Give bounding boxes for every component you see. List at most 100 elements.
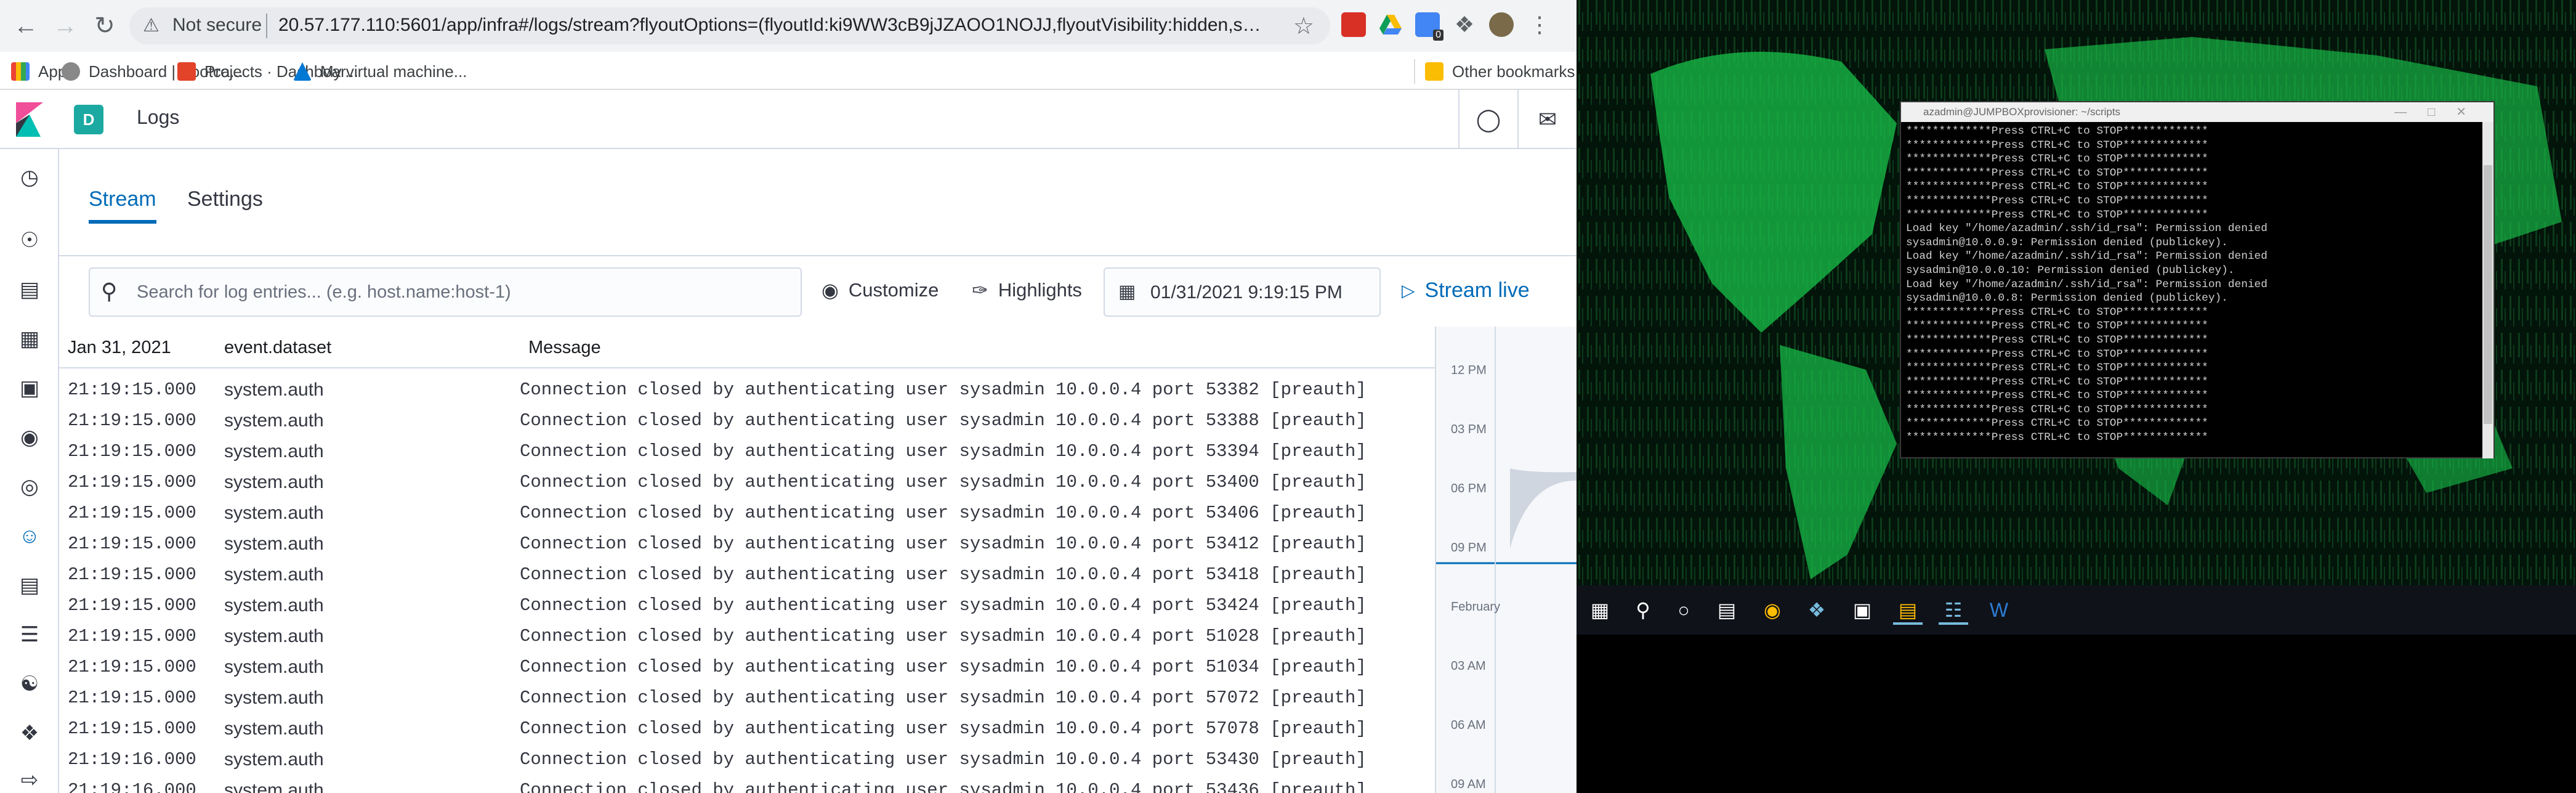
log-message: Connection closed by authenticating user…: [520, 688, 1367, 708]
browser-toolbar: ← → ↻ ⚠ Not secure 20.57.177.110:5601/ap…: [0, 0, 1577, 52]
window-controls[interactable]: —□✕: [2394, 102, 2487, 122]
chrome-icon[interactable]: ◉: [1758, 595, 1787, 625]
puzzle-icon[interactable]: ❖: [1452, 12, 1477, 37]
task-view-icon[interactable]: ▤: [1712, 595, 1742, 625]
scrollbar-thumb[interactable]: [2484, 165, 2492, 424]
log-message: Connection closed by authenticating user…: [520, 410, 1367, 431]
terminal-line: *************Press CTRL+C to STOP*******…: [1906, 362, 2208, 375]
bookmark-vm[interactable]: My virtual machine...: [293, 59, 467, 84]
minimap-label: 09 PM: [1451, 541, 1487, 555]
terminal-line: sysadmin@10.0.0.10: Permission denied (p…: [1906, 264, 2235, 277]
search-input[interactable]: [137, 270, 789, 314]
ml-icon[interactable]: ◎: [15, 472, 44, 502]
tab-bar: Stream Settings: [59, 149, 1577, 256]
log-row[interactable]: 21:19:15.000 system.auth Connection closed…: [59, 590, 1494, 621]
calendar-icon: ▦: [1118, 282, 1136, 302]
file-explorer-icon[interactable]: ▤: [1893, 595, 1923, 625]
help-icon[interactable]: ◯: [1458, 90, 1517, 149]
windows-start-icon[interactable]: ▦: [1585, 595, 1615, 625]
tab-stream[interactable]: Stream: [89, 187, 156, 224]
highlights-button[interactable]: ✑ Highlights: [972, 279, 1082, 302]
forward-icon[interactable]: →: [46, 6, 85, 46]
terminal-scrollbar[interactable]: [2482, 122, 2493, 458]
tab-settings[interactable]: Settings: [187, 187, 263, 220]
log-row[interactable]: 21:19:15.000 system.auth Connection closed…: [59, 559, 1494, 590]
address-bar[interactable]: ⚠ Not secure 20.57.177.110:5601/app/infr…: [129, 7, 1330, 44]
log-row[interactable]: 21:19:15.000 system.auth Connection closed…: [59, 436, 1494, 467]
terminal-window[interactable]: azadmin@JUMPBOXprovisioner: ~/scripts —□…: [1900, 101, 2495, 458]
siem-icon[interactable]: ❖: [15, 718, 44, 748]
log-dataset: system.auth: [224, 503, 324, 523]
log-row[interactable]: 21:19:15.000 system.auth Connection closed…: [59, 621, 1494, 652]
log-timestamp: 21:19:15.000: [68, 472, 196, 492]
drive-icon[interactable]: [1378, 12, 1403, 37]
uptime-icon[interactable]: ☯: [15, 669, 44, 699]
kibana-logo-icon[interactable]: [12, 102, 47, 137]
terminal-line: sysadmin@10.0.0.9: Permission denied (pu…: [1906, 236, 2228, 249]
recent-icon[interactable]: ◷: [15, 163, 44, 192]
canvas-icon[interactable]: ▣: [15, 373, 44, 403]
customize-label: Customize: [848, 279, 939, 301]
log-row[interactable]: 21:19:16.000 system.auth Connection closed…: [59, 775, 1494, 793]
log-message: Connection closed by authenticating user…: [520, 626, 1367, 646]
maps-icon[interactable]: ◉: [15, 423, 44, 452]
log-row[interactable]: 21:19:15.000 system.auth Connection closed…: [59, 375, 1494, 405]
log-row[interactable]: 21:19:15.000 system.auth Connection closed…: [59, 529, 1494, 559]
log-row[interactable]: 21:19:15.000 system.auth Connection closed…: [59, 405, 1494, 436]
log-row[interactable]: 21:19:15.000 system.auth Connection closed…: [59, 652, 1494, 683]
apm-icon[interactable]: ☰: [15, 620, 44, 649]
newsfeed-icon[interactable]: ✉: [1517, 90, 1577, 149]
infrastructure-icon[interactable]: ▤: [15, 571, 44, 600]
expand-nav-icon[interactable]: ⇨: [15, 765, 44, 793]
url-text[interactable]: 20.57.177.110:5601/app/infra#/logs/strea…: [278, 15, 1264, 36]
log-row[interactable]: 21:19:15.000 system.auth Connection closed…: [59, 498, 1494, 529]
apps-icon: [11, 62, 30, 81]
remote-desktop: azadmin@JUMPBOXprovisioner: ~/scripts —□…: [1577, 0, 2576, 793]
divider: [266, 14, 267, 38]
log-timestamp: 21:19:15.000: [68, 718, 196, 739]
log-timestamp: 21:19:15.000: [68, 626, 196, 646]
terminal-line: *************Press CTRL+C to STOP*******…: [1906, 125, 2208, 137]
log-message: Connection closed by authenticating user…: [520, 749, 1367, 770]
reload-icon[interactable]: ↻: [85, 6, 124, 46]
cortana-icon[interactable]: ○: [1669, 595, 1698, 625]
log-dataset: system.auth: [224, 380, 324, 400]
back-icon[interactable]: ←: [6, 6, 46, 46]
menu-icon[interactable]: ⋮: [1527, 12, 1552, 37]
column-dataset: event.dataset: [224, 338, 332, 357]
word-icon[interactable]: W: [1984, 595, 2014, 625]
stream-live-button[interactable]: ▷ Stream live: [1402, 279, 1530, 303]
visualize-icon[interactable]: ▤: [15, 275, 44, 304]
bookmark-other[interactable]: Other bookmarks: [1414, 59, 1575, 84]
log-minimap[interactable]: 12 PM 03 PM 06 PM 09 PM February 03 AM 0…: [1435, 327, 1577, 793]
log-message: Connection closed by authenticating user…: [520, 780, 1367, 793]
logs-icon[interactable]: ☺: [15, 521, 44, 551]
customize-button[interactable]: ◉ Customize: [822, 279, 939, 302]
app-icon[interactable]: ❖: [1802, 595, 1831, 625]
log-row[interactable]: 21:19:15.000 system.auth Connection closed…: [59, 714, 1494, 744]
eye-icon: ◉: [822, 279, 839, 301]
store-icon[interactable]: ▣: [1847, 595, 1877, 625]
avatar[interactable]: [1489, 12, 1514, 37]
search-icon[interactable]: ⚲: [1628, 595, 1658, 625]
star-icon[interactable]: ☆: [1293, 12, 1314, 40]
putty-icon[interactable]: ☷: [1939, 595, 1968, 625]
space-avatar[interactable]: D: [74, 105, 103, 134]
extension-icon[interactable]: [1341, 12, 1366, 37]
date-picker[interactable]: ▦ 01/31/2021 9:19:15 PM: [1104, 267, 1381, 317]
terminal-line: *************Press CTRL+C to STOP*******…: [1906, 389, 2208, 402]
dashboard-icon[interactable]: ▦: [15, 324, 44, 354]
log-row[interactable]: 21:19:15.000 system.auth Connection closed…: [59, 467, 1494, 498]
log-timestamp: 21:19:15.000: [68, 410, 196, 431]
log-row[interactable]: 21:19:16.000 system.auth Connection closed…: [59, 744, 1494, 775]
log-timestamp: 21:19:15.000: [68, 688, 196, 708]
terminal-line: *************Press CTRL+C to STOP*******…: [1906, 431, 2208, 444]
terminal-line: *************Press CTRL+C to STOP*******…: [1906, 417, 2208, 430]
discover-icon[interactable]: ☉: [15, 226, 44, 255]
extension-icon[interactable]: 0: [1415, 12, 1443, 41]
windows-taskbar: ▦ ⚲ ○ ▤ ◉ ❖ ▣ ▤ ☷ W: [1577, 585, 2576, 635]
kibana-header: D Logs ◯ ✉: [0, 90, 1577, 149]
log-row[interactable]: 21:19:15.000 system.auth Connection closed…: [59, 683, 1494, 714]
search-icon: ⚲: [101, 279, 118, 304]
log-dataset: system.auth: [224, 718, 324, 739]
